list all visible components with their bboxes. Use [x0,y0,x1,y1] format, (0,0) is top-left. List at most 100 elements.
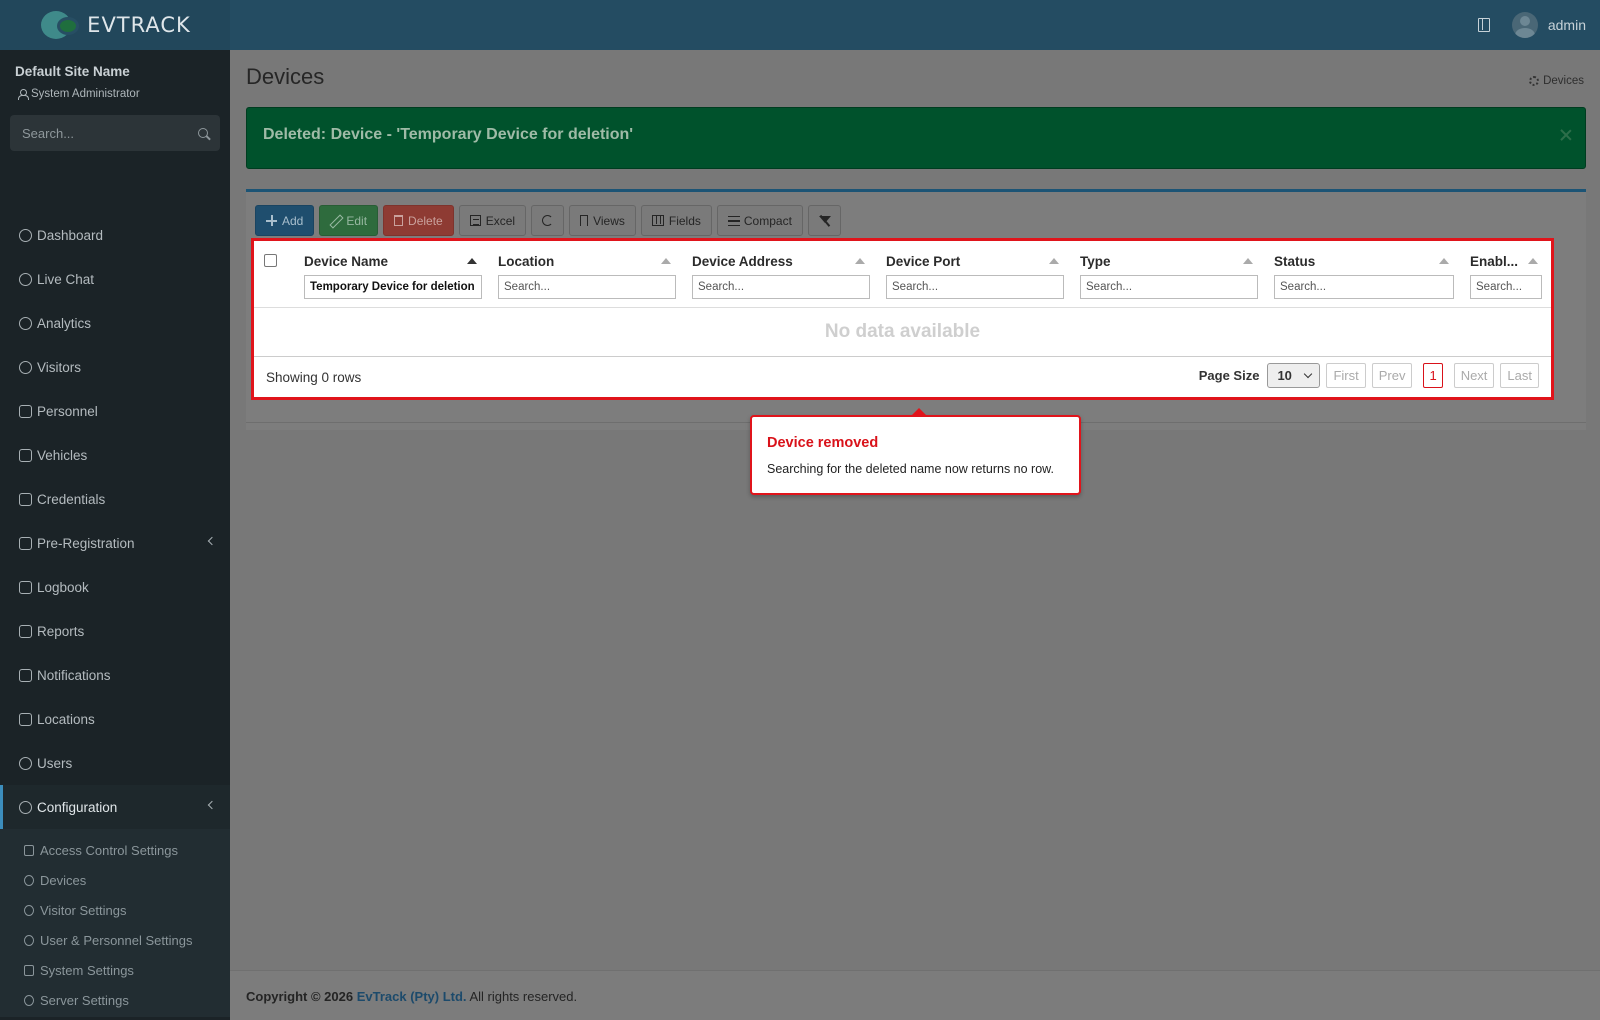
sidebar-item-label: Vehicles [37,447,88,463]
id-card-icon [19,492,32,506]
excel-button-label: Excel [485,213,516,228]
user-gear-icon [19,404,32,418]
company-link[interactable]: EvTrack (Pty) Ltd. [357,989,467,1004]
add-button[interactable]: Add [255,205,315,236]
sidebar-subitem-visitor-settings[interactable]: Visitor Settings [0,895,230,925]
sidebar-subitem-system-settings[interactable]: System Settings [0,955,230,985]
fields-button[interactable]: Fields [640,205,712,236]
sort-icon[interactable] [1439,258,1449,264]
enabled-filter-input[interactable]: Search... [1470,275,1542,299]
compact-button-label: Compact [743,213,792,228]
sidebar-item-analytics[interactable]: Analytics [0,301,230,345]
select-all-checkbox[interactable] [264,254,277,267]
bookmark-icon [580,215,589,226]
current-page-button[interactable]: 1 [1423,363,1443,388]
row-count: Showing 0 rows [266,370,362,385]
column-title: Device Port [886,254,961,269]
sidebar-item-users[interactable]: Users [0,741,230,785]
page-size-value: 10 [1277,368,1292,383]
column-enabled[interactable]: Enabl... Search... [1470,241,1542,308]
delete-button[interactable]: Delete [383,205,454,236]
sidebar-item-reports[interactable]: Reports [0,609,230,653]
next-page-button[interactable]: Next [1453,363,1495,388]
sort-icon[interactable] [1049,258,1059,264]
breadcrumb[interactable]: Devices [1529,75,1584,87]
sidebar-item-pre-registration[interactable]: Pre-Registration [0,521,230,565]
sidebar-item-notifications[interactable]: Notifications [0,653,230,697]
eye-icon [24,904,34,916]
first-page-button[interactable]: First [1326,363,1366,388]
sidebar-item-configuration[interactable]: Configuration [0,785,230,829]
column-title: Location [498,254,555,269]
column-location[interactable]: Location Search... [498,241,676,308]
sort-asc-icon[interactable] [467,258,477,264]
last-page-button[interactable]: Last [1500,363,1539,388]
sidebar-item-live-chat[interactable]: Live Chat [0,257,230,301]
user-menu[interactable]: admin [1511,12,1586,38]
user-role: System Administrator [18,88,140,100]
sidebar-item-label: Notifications [37,667,111,683]
refresh-button[interactable] [531,205,565,236]
target-icon [19,316,32,330]
sidebar-subitem-access-control-settings[interactable]: Access Control Settings [0,835,230,865]
sidebar: Default Site Name System Administrator S… [0,50,230,1020]
excel-button[interactable]: Excel [458,205,527,236]
sidebar-item-label: Users [37,755,73,771]
sort-icon[interactable] [1528,258,1538,264]
sidebar-subitem-server-settings[interactable]: Server Settings [0,985,230,1015]
column-title: Device Name [304,254,389,269]
status-filter-input[interactable]: Search... [1274,275,1454,299]
sidebar-item-vehicles[interactable]: Vehicles [0,433,230,477]
type-filter-input[interactable]: Search... [1080,275,1258,299]
clear-filter-button[interactable] [807,205,841,236]
page-size-label: Page Size [1198,368,1260,383]
success-alert: Deleted: Device - 'Temporary Device for … [246,107,1586,169]
sort-icon[interactable] [1243,258,1253,264]
sidebar-search-input[interactable]: Search... [10,115,220,151]
book-icon[interactable] [1477,18,1490,32]
copyright-prefix: Copyright © 2026 [246,989,354,1004]
page-title: Devices [246,64,325,89]
sidebar-item-visitors[interactable]: Visitors [0,345,230,389]
column-status[interactable]: Status Search... [1274,241,1454,308]
sidebar-item-locations[interactable]: Locations [0,697,230,741]
sidebar-subitem-label: User & Personnel Settings [40,932,193,948]
sidebar-subitem-devices[interactable]: Devices [0,865,230,895]
column-device-port[interactable]: Device Port Search... [886,241,1064,308]
sort-icon[interactable] [661,258,671,264]
edit-button-label: Edit [346,213,368,228]
sidebar-item-label: Locations [37,711,95,727]
grid-footer: Showing 0 rows Page Size 10 First Prev 1… [254,358,1551,398]
close-icon[interactable] [1559,128,1573,142]
column-device-address[interactable]: Device Address Search... [692,241,870,308]
app-logo[interactable]: EVTRACK [0,0,230,50]
grid-header: Device Name Temporary Device for deletio… [254,241,1551,308]
sidebar-item-label: Dashboard [37,227,104,243]
add-button-label: Add [282,213,304,228]
sidebar-item-credentials[interactable]: Credentials [0,477,230,521]
column-type[interactable]: Type Search... [1080,241,1258,308]
users-icon [19,756,32,770]
sidebar-item-dashboard[interactable]: Dashboard [0,213,230,257]
delete-button-label: Delete [408,213,443,228]
logo-text: EVTRACK [87,13,191,37]
page-size-select[interactable]: 10 [1267,363,1321,388]
sidebar-item-logbook[interactable]: Logbook [0,565,230,609]
location-filter-input[interactable]: Search... [498,275,676,299]
sidebar-subitem-user-personnel-settings[interactable]: User & Personnel Settings [0,925,230,955]
table-icon [469,215,481,226]
sidebar-item-personnel[interactable]: Personnel [0,389,230,433]
device-address-filter-input[interactable]: Search... [692,275,870,299]
device-port-filter-input[interactable]: Search... [886,275,1064,299]
prev-page-button[interactable]: Prev [1371,363,1413,388]
sort-icon[interactable] [855,258,865,264]
device-name-filter-input[interactable]: Temporary Device for deletion [304,275,482,299]
views-button[interactable]: Views [569,205,636,236]
users-icon [24,934,34,946]
compact-button[interactable]: Compact [716,205,803,236]
edit-button[interactable]: Edit [319,205,379,236]
column-device-name[interactable]: Device Name Temporary Device for deletio… [304,241,482,308]
sidebar-search-placeholder: Search... [22,125,75,141]
gear-icon [19,800,32,814]
search-icon[interactable] [198,128,208,138]
